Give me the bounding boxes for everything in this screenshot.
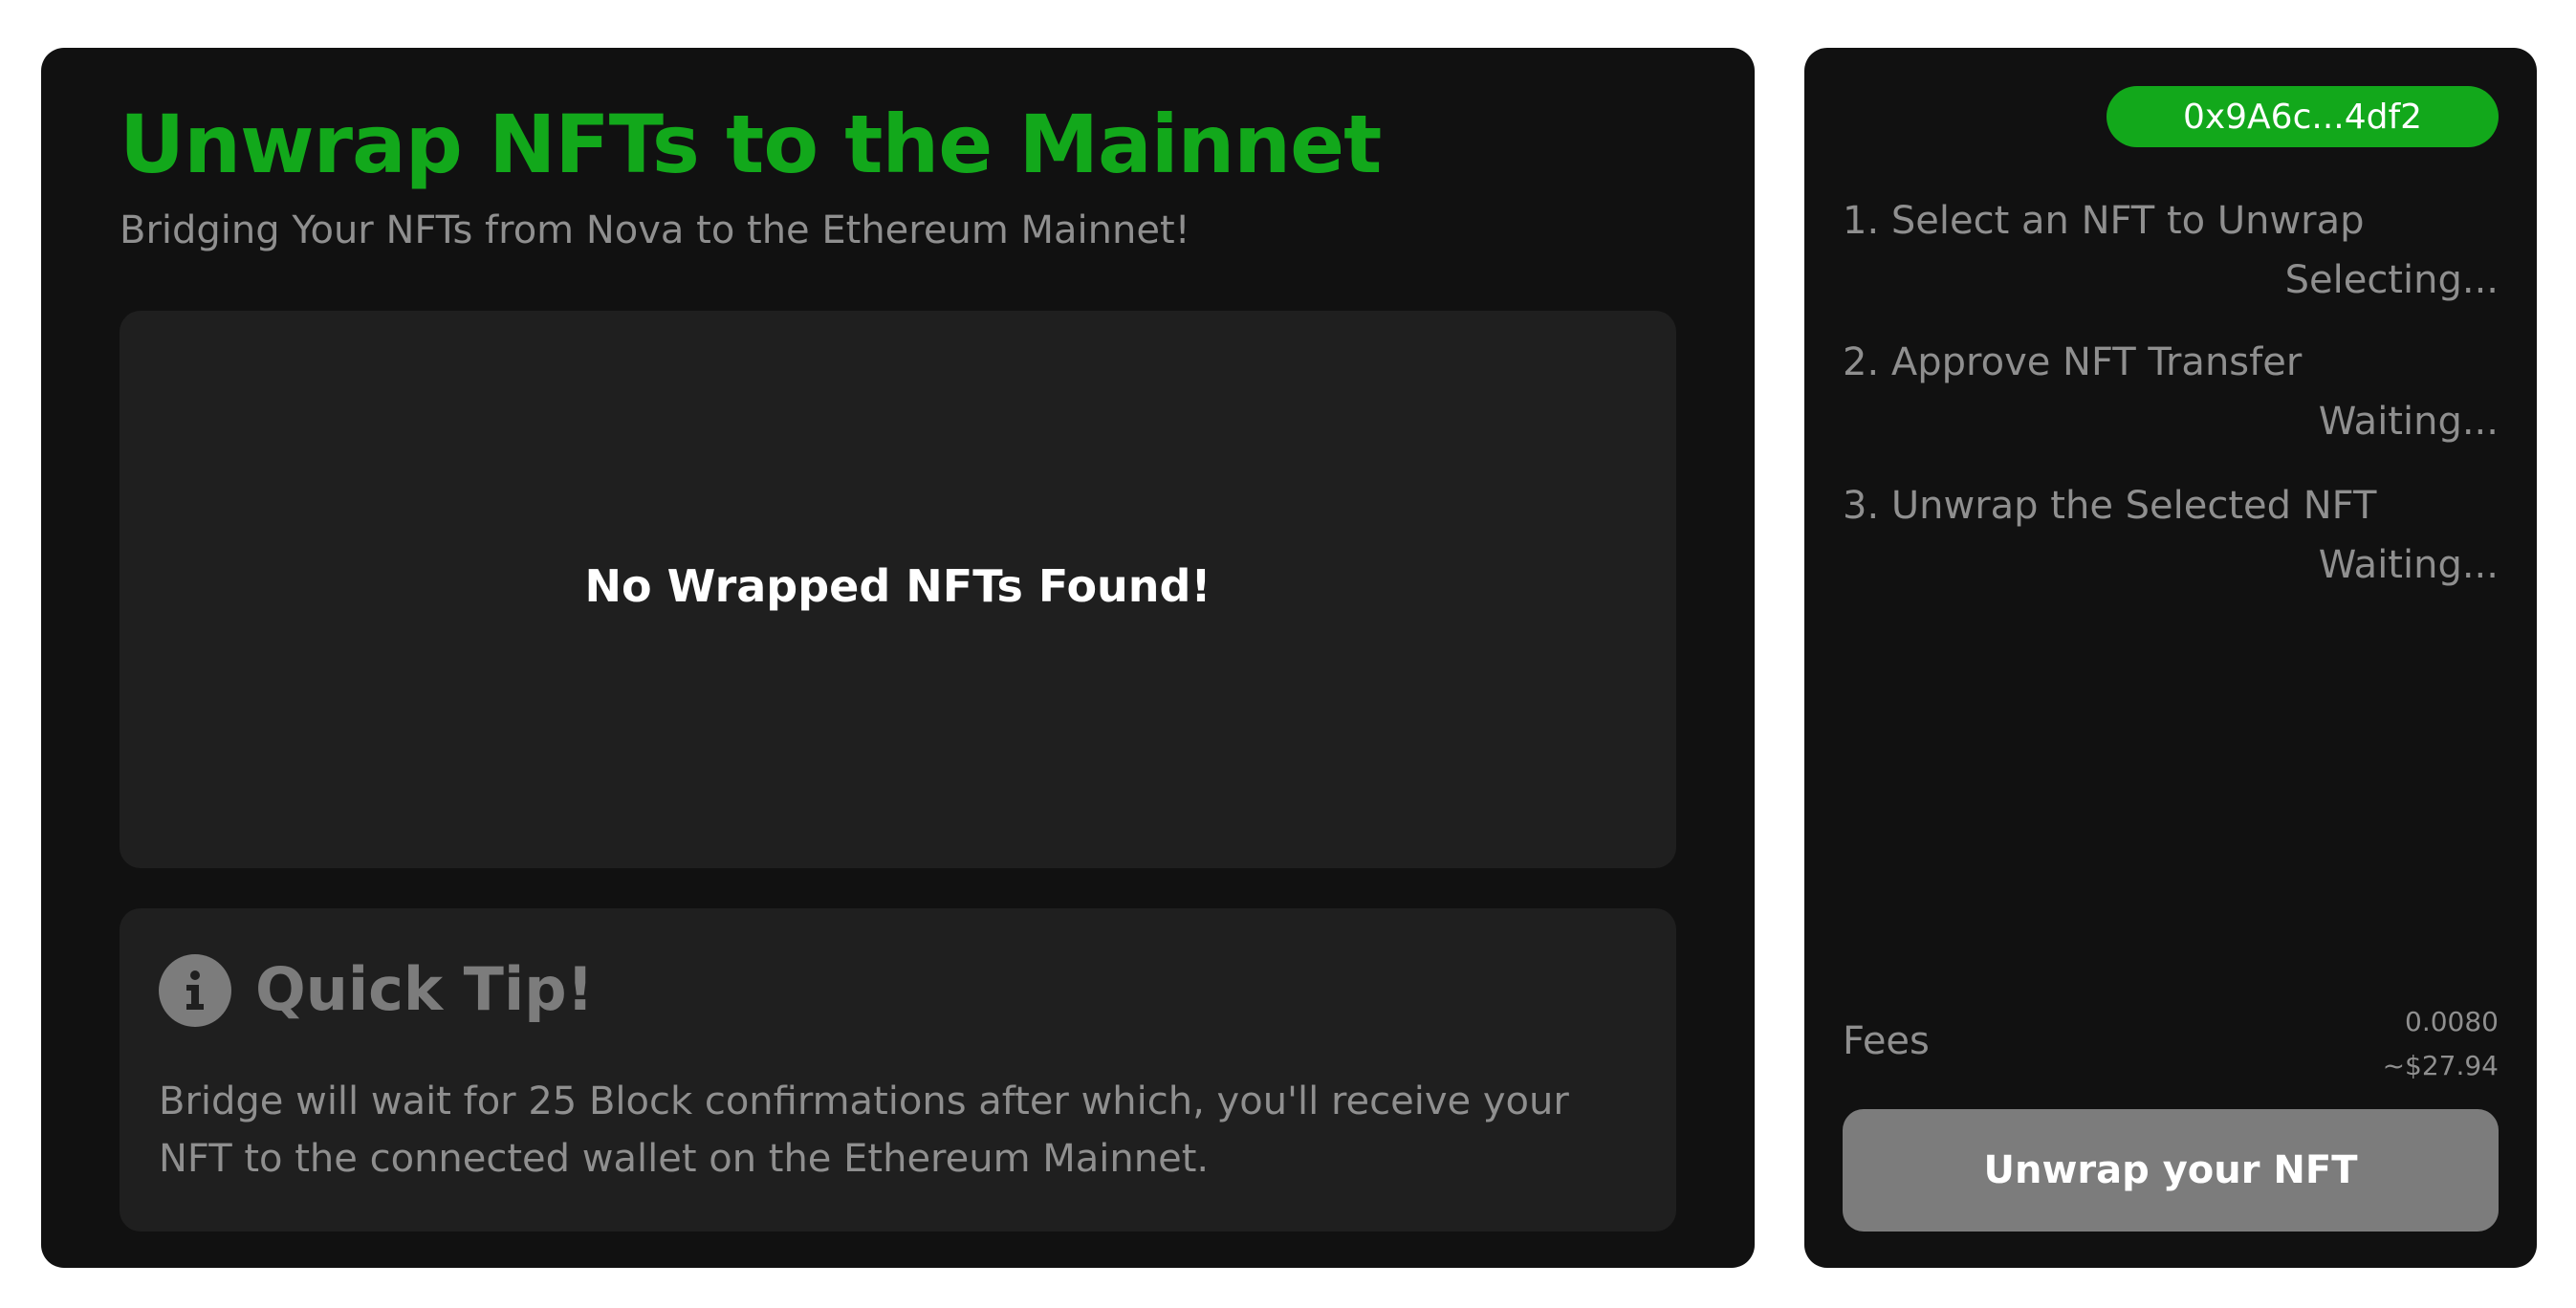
step-status: Waiting... [2318, 400, 2499, 444]
quick-tip-card: Quick Tip! Bridge will wait for 25 Block… [120, 908, 1676, 1232]
info-icon [159, 954, 231, 1027]
step-label: 3. Unwrap the Selected NFT [1843, 484, 2377, 528]
fees-amount: 0.0080 [2405, 1006, 2499, 1037]
fees-values: 0.0080 ~$27.94 [2383, 1000, 2499, 1088]
step-status: Selecting... [2284, 258, 2499, 302]
step-unwrap-nft: 3. Unwrap the Selected NFT Waiting... [1843, 484, 2499, 587]
unwrap-nft-button[interactable]: Unwrap your NFT [1843, 1109, 2499, 1232]
page-title: Unwrap NFTs to the Mainnet [120, 98, 1382, 191]
page-subtitle: Bridging Your NFTs from Nova to the Ethe… [120, 208, 1190, 252]
fees-usd: ~$27.94 [2382, 1050, 2499, 1081]
step-status: Waiting... [2318, 543, 2499, 587]
bridge-panel: Unwrap NFTs to the Mainnet Bridging Your… [41, 48, 1755, 1268]
step-approve-transfer: 2. Approve NFT Transfer Waiting... [1843, 340, 2499, 444]
step-select-nft: 1. Select an NFT to Unwrap Selecting... [1843, 199, 2499, 302]
tip-title: Quick Tip! [255, 954, 594, 1024]
unwrap-steps-panel: 0x9A6c...4df2 1. Select an NFT to Unwrap… [1804, 48, 2537, 1268]
wallet-address-button[interactable]: 0x9A6c...4df2 [2107, 86, 2499, 147]
tip-body: Bridge will wait for 25 Block confirmati… [159, 1079, 1569, 1181]
step-label: 2. Approve NFT Transfer [1843, 340, 2303, 384]
step-label: 1. Select an NFT to Unwrap [1843, 199, 2365, 243]
empty-state-message: No Wrapped NFTs Found! [584, 559, 1212, 612]
fees-label: Fees [1843, 1019, 1930, 1063]
nft-list: No Wrapped NFTs Found! [120, 311, 1676, 868]
